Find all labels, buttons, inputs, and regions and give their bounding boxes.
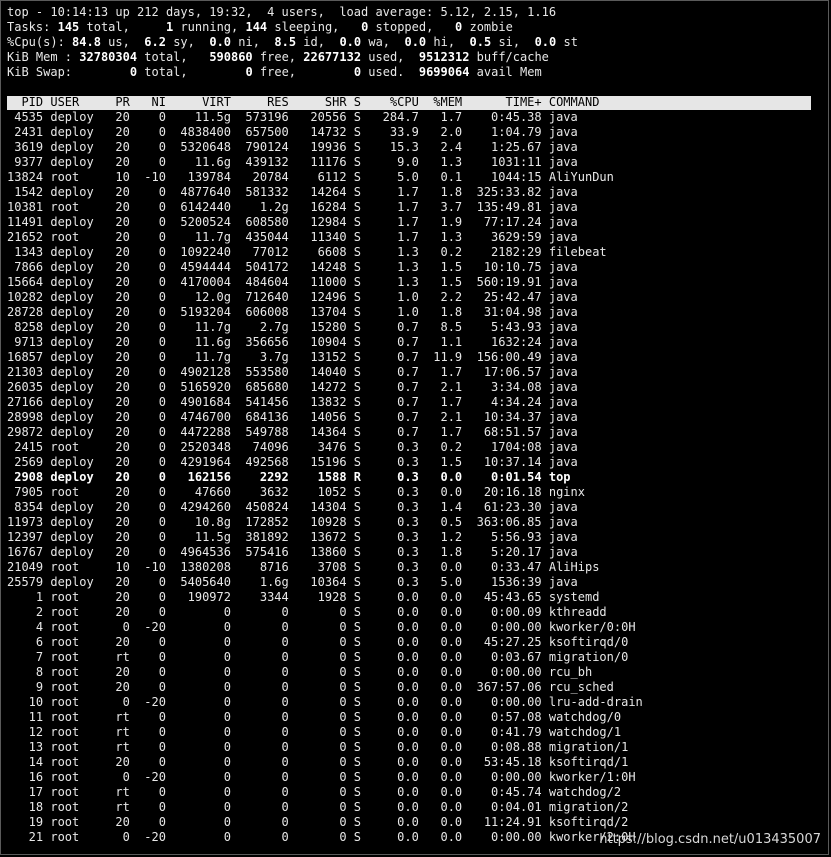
process-row: 27166 deploy 20 0 4901684 541456 13832 S… xyxy=(7,395,578,409)
process-row: 21 root 0 -20 0 0 0 S 0.0 0.0 0:00.00 kw… xyxy=(7,830,636,844)
process-row: 8258 deploy 20 0 11.7g 2.7g 15280 S 0.7 … xyxy=(7,320,578,334)
process-row: 29872 deploy 20 0 4472288 549788 14364 S… xyxy=(7,425,578,439)
process-row: 6 root 20 0 0 0 0 S 0.0 0.0 45:27.25 kso… xyxy=(7,635,629,649)
process-row: 10282 deploy 20 0 12.0g 712640 12496 S 1… xyxy=(7,290,578,304)
terminal-window[interactable]: top - 10:14:13 up 212 days, 19:32, 4 use… xyxy=(0,0,829,855)
process-row: 18 root rt 0 0 0 0 S 0.0 0.0 0:04.01 mig… xyxy=(7,800,629,814)
column-header: PID USER PR NI VIRT RES SHR S %CPU %MEM … xyxy=(7,95,600,109)
process-row: 9 root 20 0 0 0 0 S 0.0 0.0 367:57.06 rc… xyxy=(7,680,614,694)
process-row: 3619 deploy 20 0 5320648 790124 19936 S … xyxy=(7,140,578,154)
process-row: 16857 deploy 20 0 11.7g 3.7g 13152 S 0.7… xyxy=(7,350,578,364)
tasks-stopped: 0 xyxy=(361,20,369,34)
process-row: 8 root 20 0 0 0 0 S 0.0 0.0 0:00.00 rcu_… xyxy=(7,665,593,679)
process-row: 21049 root 10 -10 1380208 8716 3708 S 0.… xyxy=(7,560,600,574)
process-row: 21652 root 20 0 11.7g 435044 11340 S 1.7… xyxy=(7,230,578,244)
uptime-line: top - 10:14:13 up 212 days, 19:32, 4 use… xyxy=(7,5,557,19)
process-row: 1 root 20 0 190972 3344 1928 S 0.0 0.0 4… xyxy=(7,590,600,604)
cpu-line: %Cpu(s): 84.8 us, 6.2 sy, 0.0 ni, 8.5 id… xyxy=(7,35,578,49)
process-row: 2569 deploy 20 0 4291964 492568 15196 S … xyxy=(7,455,578,469)
process-row: 7 root rt 0 0 0 0 S 0.0 0.0 0:03.67 migr… xyxy=(7,650,629,664)
process-row: 12 root rt 0 0 0 0 S 0.0 0.0 0:41.79 wat… xyxy=(7,725,622,739)
mem-line: KiB Mem : 32780304 total, 590860 free, 2… xyxy=(7,50,549,64)
process-row: 11491 deploy 20 0 5200524 608580 12984 S… xyxy=(7,215,578,229)
process-row: 4 root 0 -20 0 0 0 S 0.0 0.0 0:00.00 kwo… xyxy=(7,620,636,634)
process-row: 9713 deploy 20 0 11.6g 356656 10904 S 0.… xyxy=(7,335,578,349)
process-row: 26035 deploy 20 0 5165920 685680 14272 S… xyxy=(7,380,578,394)
process-row: 28728 deploy 20 0 5193204 606008 13704 S… xyxy=(7,305,578,319)
tasks-total: 145 xyxy=(57,20,80,34)
process-row: 1542 deploy 20 0 4877640 581332 14264 S … xyxy=(7,185,578,199)
process-row: 14 root 20 0 0 0 0 S 0.0 0.0 53:45.18 ks… xyxy=(7,755,629,769)
process-row: 17 root rt 0 0 0 0 S 0.0 0.0 0:45.74 wat… xyxy=(7,785,622,799)
process-row: 2431 deploy 20 0 4838400 657500 14732 S … xyxy=(7,125,578,139)
process-row: 9377 deploy 20 0 11.6g 439132 11176 S 9.… xyxy=(7,155,578,169)
tasks-running: 1 xyxy=(165,20,174,34)
process-row: 11973 deploy 20 0 10.8g 172852 10928 S 0… xyxy=(7,515,578,529)
process-row: 8354 deploy 20 0 4294260 450824 14304 S … xyxy=(7,500,578,514)
process-row: 13 root rt 0 0 0 0 S 0.0 0.0 0:08.88 mig… xyxy=(7,740,629,754)
process-row: 16 root 0 -20 0 0 0 S 0.0 0.0 0:00.00 kw… xyxy=(7,770,636,784)
process-row: 28998 deploy 20 0 4746700 684136 14056 S… xyxy=(7,410,578,424)
process-row: 4535 deploy 20 0 11.5g 573196 20556 S 28… xyxy=(7,110,578,124)
process-row: 11 root rt 0 0 0 0 S 0.0 0.0 0:57.08 wat… xyxy=(7,710,622,724)
tasks-line: Tasks: 145 total, 1 running, 144 sleepin… xyxy=(7,20,513,34)
process-row: 2415 root 20 0 2520348 74096 3476 S 0.3 … xyxy=(7,440,578,454)
process-row: 21303 deploy 20 0 4902128 553580 14040 S… xyxy=(7,365,578,379)
process-row: 2 root 20 0 0 0 0 S 0.0 0.0 0:00.09 kthr… xyxy=(7,605,607,619)
process-row: 19 root 20 0 0 0 0 S 0.0 0.0 11:24.91 ks… xyxy=(7,815,629,829)
process-row: 16767 deploy 20 0 4964536 575416 13860 S… xyxy=(7,545,578,559)
tasks-sleeping: 144 xyxy=(245,20,268,34)
watermark: https://blog.csdn.net/u013435007 xyxy=(599,832,821,847)
process-row: 13824 root 10 -10 139784 20784 6112 S 5.… xyxy=(7,170,614,184)
process-row: 15664 deploy 20 0 4170004 484604 11000 S… xyxy=(7,275,578,289)
process-row: 1343 deploy 20 0 1092240 77012 6608 S 1.… xyxy=(7,245,607,259)
process-row: 25579 deploy 20 0 5405640 1.6g 10364 S 0… xyxy=(7,575,578,589)
tasks-zombie: 0 xyxy=(455,20,463,34)
swap-line: KiB Swap: 0 total, 0 free, 0 used. 96990… xyxy=(7,65,542,79)
process-row: 7866 deploy 20 0 4594444 504172 14248 S … xyxy=(7,260,578,274)
process-row: 10 root 0 -20 0 0 0 S 0.0 0.0 0:00.00 lr… xyxy=(7,695,643,709)
process-row: 2908 deploy 20 0 162156 2292 1588 R 0.3 … xyxy=(7,470,571,484)
process-row: 10381 root 20 0 6142440 1.2g 16284 S 1.7… xyxy=(7,200,578,214)
process-row: 7905 root 20 0 47660 3632 1052 S 0.3 0.0… xyxy=(7,485,585,499)
process-row: 12397 deploy 20 0 11.5g 381892 13672 S 0… xyxy=(7,530,578,544)
